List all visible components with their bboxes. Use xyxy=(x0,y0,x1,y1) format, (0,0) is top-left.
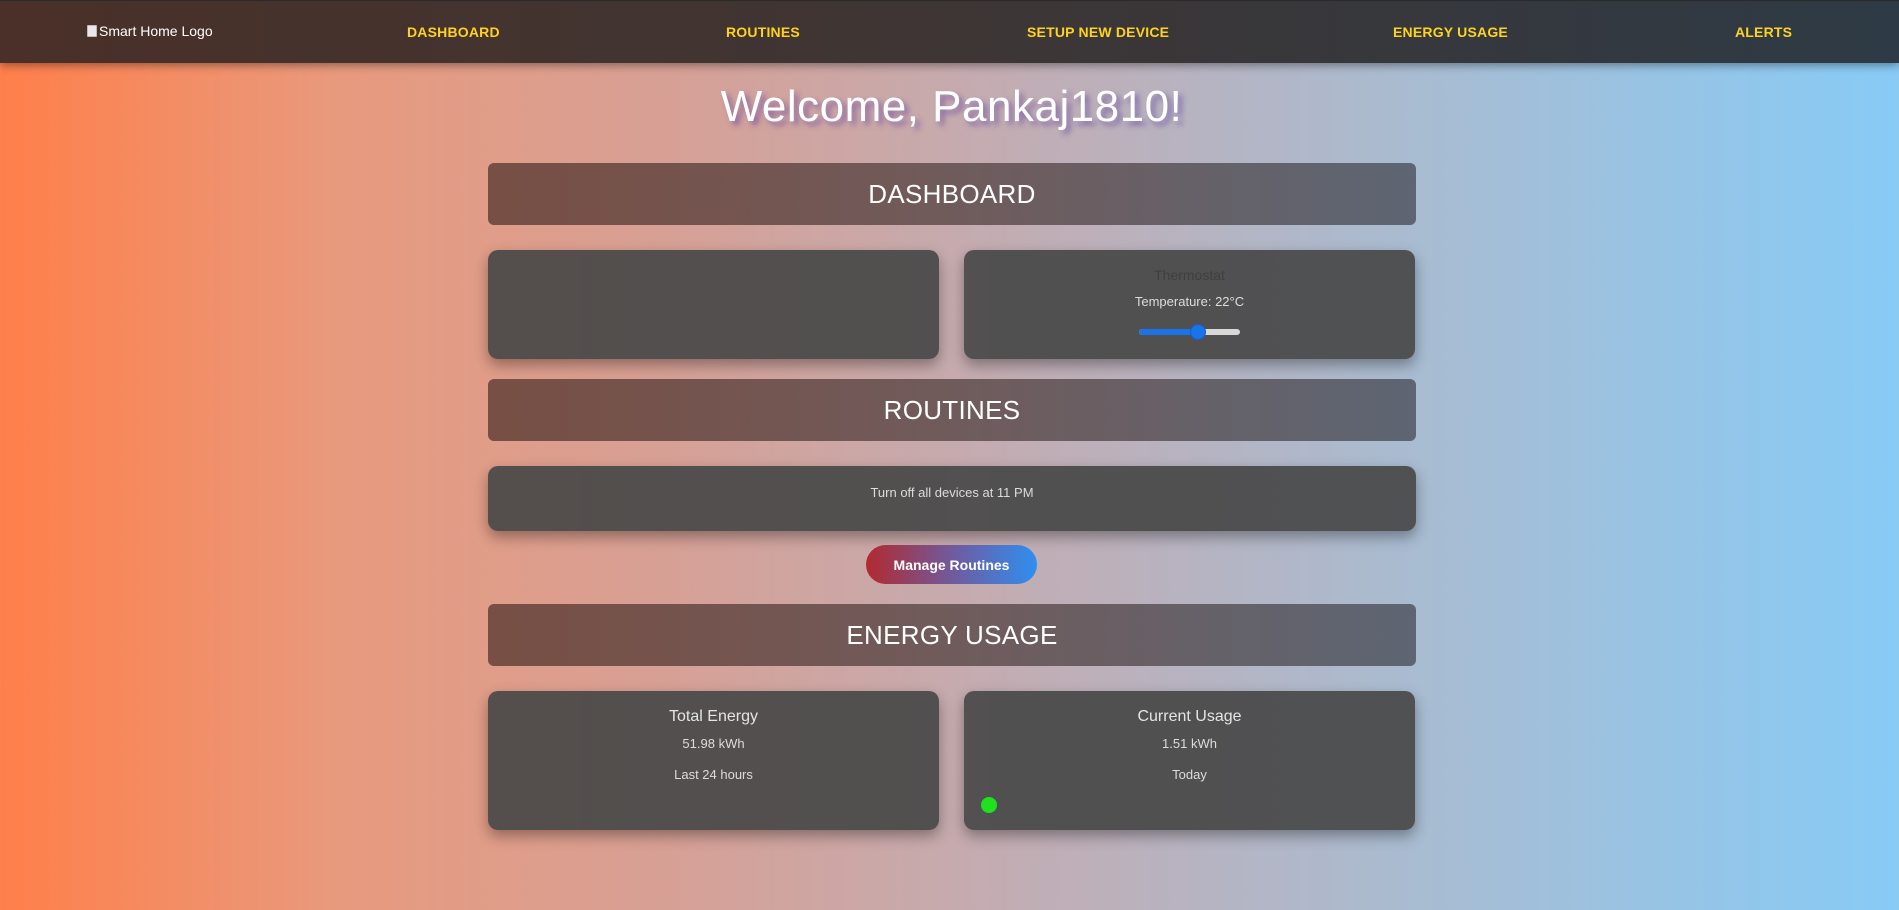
temperature-slider-thumb[interactable] xyxy=(1191,325,1205,339)
nav-link-alerts[interactable]: ALERTS xyxy=(1735,24,1792,40)
thermostat-title: Thermostat xyxy=(1154,267,1225,283)
routine-card: Turn off all devices at 11 PM xyxy=(488,466,1416,531)
broken-image-icon xyxy=(87,25,97,37)
thermostat-card: Thermostat Temperature: 22°C xyxy=(964,250,1415,359)
current-usage-title: Current Usage xyxy=(1137,708,1242,725)
section-title-routines: ROUTINES xyxy=(883,394,1021,425)
total-energy-period: Last 24 hours xyxy=(674,767,753,782)
thermostat-temperature: Temperature: 22°C xyxy=(1134,294,1245,309)
nav-link-setup-new-device[interactable]: SETUP NEW DEVICE xyxy=(1027,24,1169,40)
total-energy-card: Total Energy 51.98 kWh Last 24 hours xyxy=(488,691,939,830)
current-usage-period: Today xyxy=(1172,767,1207,782)
total-energy-value: 51.98 kWh xyxy=(682,736,745,751)
temperature-slider-fill xyxy=(1139,329,1198,335)
nav-link-routines[interactable]: ROUTINES xyxy=(726,24,800,40)
current-usage-value: 1.51 kWh xyxy=(1162,736,1217,751)
top-navbar: Smart Home Logo DASHBOARD ROUTINES SETUP… xyxy=(0,0,1899,63)
section-header-dashboard: DASHBOARD xyxy=(488,163,1416,225)
device-card-empty xyxy=(488,250,939,359)
status-indicator-dot xyxy=(981,797,997,813)
total-energy-title: Total Energy xyxy=(669,708,758,725)
temperature-slider[interactable] xyxy=(1139,325,1240,339)
section-title-dashboard: DASHBOARD xyxy=(868,178,1036,209)
welcome-heading: Welcome, Pankaj1810! xyxy=(720,82,1183,131)
current-usage-card: Current Usage 1.51 kWh Today xyxy=(964,691,1415,830)
smart-home-logo[interactable]: Smart Home Logo xyxy=(87,23,213,39)
section-title-energy-usage: ENERGY USAGE xyxy=(846,619,1058,650)
section-header-energy-usage: ENERGY USAGE xyxy=(488,604,1416,666)
manage-routines-button[interactable]: Manage Routines xyxy=(866,545,1037,584)
nav-link-dashboard[interactable]: DASHBOARD xyxy=(407,24,500,40)
routine-item: Turn off all devices at 11 PM xyxy=(870,485,1034,500)
logo-alt-text: Smart Home Logo xyxy=(99,23,213,39)
nav-link-energy-usage[interactable]: ENERGY USAGE xyxy=(1393,24,1508,40)
section-header-routines: ROUTINES xyxy=(488,379,1416,441)
